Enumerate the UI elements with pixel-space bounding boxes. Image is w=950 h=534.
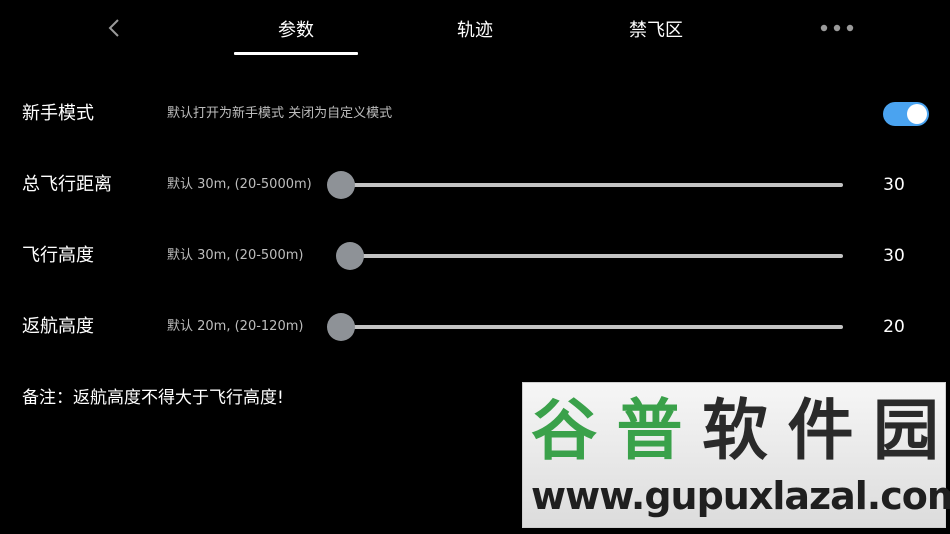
watermark-char: 园 [873,392,939,469]
setting-row-flight-altitude: 飞行高度 默认 30m, (20-500m) 30 [0,236,950,276]
total-distance-slider-track[interactable] [341,183,843,187]
more-button[interactable] [815,14,859,42]
tab-params[interactable]: 参数 [234,12,358,46]
return-altitude-value: 20 [883,317,905,337]
novice-mode-toggle[interactable] [883,102,929,126]
tab-params-label: 参数 [278,20,314,41]
top-nav-bar: 参数 轨迹 禁飞区 [0,0,950,58]
setting-row-total-distance: 总飞行距离 默认 30m, (20-5000m) 30 [0,165,950,205]
watermark-char: 谷 [531,392,597,469]
novice-mode-label: 新手模式 [22,103,94,124]
flight-altitude-description: 默认 30m, (20-500m) [167,248,304,263]
total-distance-description: 默认 30m, (20-5000m) [167,177,312,192]
tab-no-fly-zone-label: 禁飞区 [629,20,683,41]
watermark-logo: 谷 普 软 件 园 www.gupuxlazal.com [522,382,950,528]
watermark-char: 普 [616,392,683,469]
chevron-left-icon [108,19,119,37]
tab-no-fly-zone[interactable]: 禁飞区 [596,12,716,46]
tab-track-label: 轨迹 [457,20,493,41]
active-tab-indicator [234,52,358,55]
total-distance-value: 30 [883,175,905,195]
total-distance-label: 总飞行距离 [22,174,112,195]
watermark-char: 件 [787,392,854,469]
more-horizontal-icon [820,24,854,32]
flight-altitude-value: 30 [883,246,905,266]
watermark-char: 软 [702,392,768,469]
watermark-title: 谷 普 软 件 园 [531,389,939,473]
return-altitude-slider-track[interactable] [341,325,843,329]
watermark-url: www.gupuxlazal.com [531,474,950,518]
setting-row-novice-mode: 新手模式 默认打开为新手模式 关闭为自定义模式 [0,94,950,134]
return-altitude-description: 默认 20m, (20-120m) [167,319,304,334]
flight-altitude-label: 飞行高度 [22,245,94,266]
setting-row-return-altitude: 返航高度 默认 20m, (20-120m) 20 [0,307,950,347]
altitude-note: 备注：返航高度不得大于飞行高度! [22,388,284,408]
return-altitude-slider-thumb[interactable] [327,313,355,341]
tab-track[interactable]: 轨迹 [415,12,535,46]
return-altitude-label: 返航高度 [22,316,94,337]
novice-mode-description: 默认打开为新手模式 关闭为自定义模式 [167,106,393,121]
flight-altitude-slider-track[interactable] [350,254,843,258]
back-button[interactable] [100,12,128,44]
toggle-knob [907,104,927,124]
flight-altitude-slider-thumb[interactable] [336,242,364,270]
total-distance-slider-thumb[interactable] [327,171,355,199]
